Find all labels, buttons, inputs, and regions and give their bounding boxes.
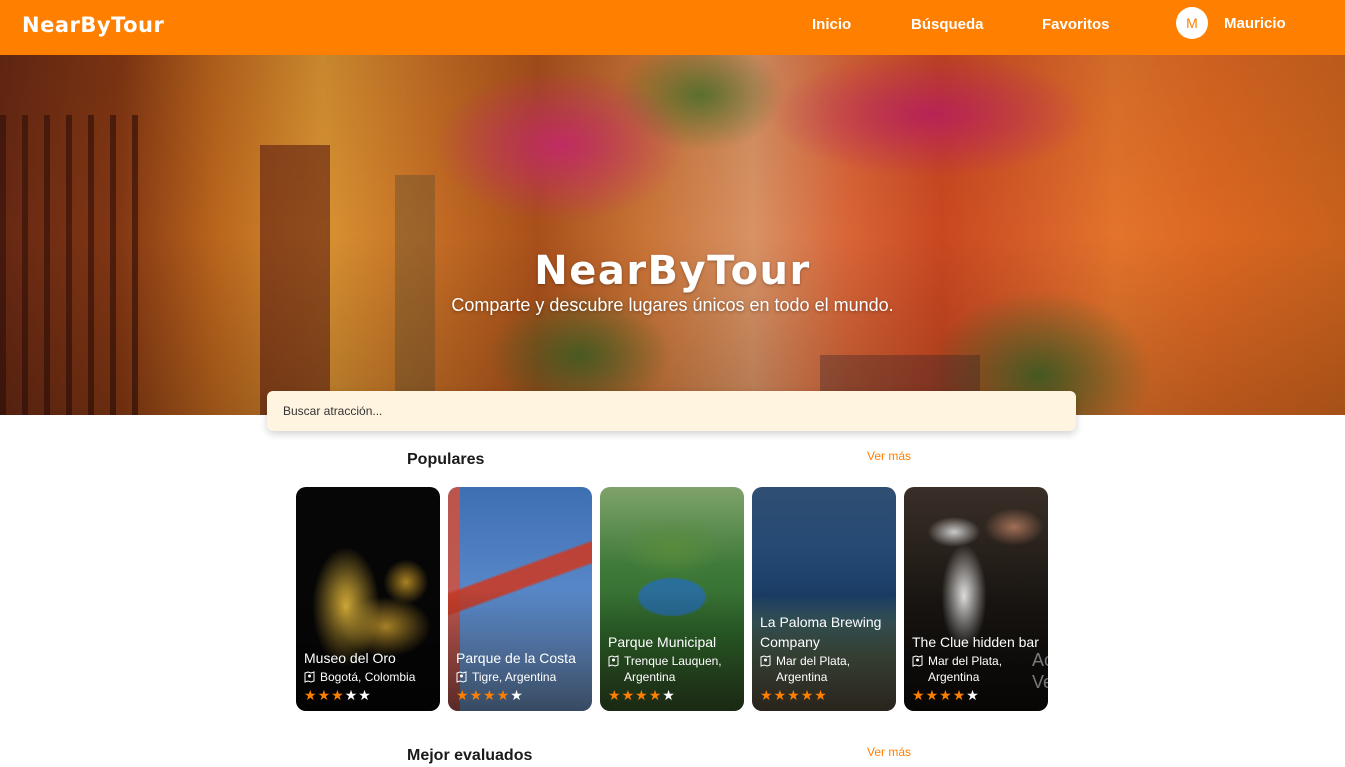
star-icon: ★ [800,687,815,703]
star-icon: ★ [317,687,332,703]
card-location: Mar del Plata, Argentina [912,653,1044,685]
logo[interactable]: NearByTour [22,13,164,37]
star-icon: ★ [939,687,953,703]
card-location: Tigre, Argentina [456,669,588,685]
card-location: Mar del Plata, Argentina [760,653,892,685]
card-location-text: Bogotá, Colombia [320,670,416,684]
section-title-mejor-evaluados: Mejor evaluados [407,747,533,764]
map-pin-icon [760,653,772,685]
star-icon: ★ [814,687,828,703]
star-icon: ★ [608,687,622,703]
section-title-populares: Populares [407,451,485,468]
card-info: Parque Municipal Trenque Lauquen, Argent… [608,632,740,703]
star-icon: ★ [773,687,788,703]
attraction-card[interactable]: Ac Ve The Clue hidden bar Mar del Plata,… [904,487,1048,711]
star-icon: ★ [469,687,484,703]
card-title: The Clue hidden bar [912,634,1039,650]
star-icon: ★ [952,687,967,703]
star-icon: ★ [635,687,649,703]
card-location: Bogotá, Colombia [304,669,436,685]
hero-overlay [0,55,1345,415]
hero-title: NearByTour [534,248,811,294]
star-icon: ★ [925,687,940,703]
star-icon: ★ [648,687,663,703]
user-name[interactable]: Mauricio [1224,15,1286,32]
card-title: Parque Municipal [608,634,717,650]
rating-stars: ★★★★★ [760,687,892,703]
star-icon: ★ [344,687,359,703]
attraction-card[interactable]: La Paloma Brewing Company Mar del Plata,… [752,487,896,711]
card-title: Museo del Oro [304,650,396,666]
card-title: Parque de la Costa [456,650,576,666]
card-location-text: Trenque Lauquen, Argentina [624,654,722,684]
top-navbar: NearByTour Inicio Búsqueda Favoritos M M… [0,0,1345,55]
hero-banner: NearByTour Comparte y descubre lugares ú… [0,55,1345,415]
ver-mas-mejor-evaluados-link[interactable]: Ver más [867,745,911,759]
attraction-card[interactable]: Parque de la Costa Tigre, Argentina ★★★★… [448,487,592,711]
star-icon: ★ [662,687,676,703]
map-pin-icon [608,653,620,685]
card-info: La Paloma Brewing Company Mar del Plata,… [760,612,892,703]
star-icon: ★ [966,687,980,703]
map-pin-icon [456,669,468,685]
star-icon: ★ [787,687,801,703]
star-icon: ★ [621,687,636,703]
star-icon: ★ [456,687,470,703]
star-icon: ★ [358,687,372,703]
rating-stars: ★★★★★ [304,687,436,703]
attraction-card[interactable]: Museo del Oro Bogotá, Colombia ★★★★★ [296,487,440,711]
star-icon: ★ [304,687,318,703]
attraction-card[interactable]: Parque Municipal Trenque Lauquen, Argent… [600,487,744,711]
search-input[interactable] [267,391,1076,431]
star-icon: ★ [510,687,524,703]
rating-stars: ★★★★★ [608,687,740,703]
ver-mas-populares-link[interactable]: Ver más [867,449,911,463]
rating-stars: ★★★★★ [456,687,588,703]
star-icon: ★ [912,687,926,703]
card-location-text: Mar del Plata, Argentina [928,654,1003,684]
nav-link-favoritos[interactable]: Favoritos [1042,16,1110,33]
card-info: Parque de la Costa Tigre, Argentina ★★★★… [456,648,588,703]
rating-stars: ★★★★★ [912,687,1044,703]
hero-subtitle: Comparte y descubre lugares únicos en to… [451,295,894,315]
card-info: The Clue hidden bar Mar del Plata, Argen… [912,632,1044,703]
star-icon: ★ [496,687,511,703]
map-pin-icon [912,653,924,685]
nav-link-busqueda[interactable]: Búsqueda [911,16,984,33]
star-icon: ★ [760,687,774,703]
card-location-text: Mar del Plata, Argentina [776,654,851,684]
nav-link-inicio[interactable]: Inicio [812,16,851,33]
card-info: Museo del Oro Bogotá, Colombia ★★★★★ [304,648,436,703]
card-location-text: Tigre, Argentina [472,670,557,684]
star-icon: ★ [331,687,345,703]
card-title: La Paloma Brewing Company [760,614,882,650]
star-icon: ★ [483,687,497,703]
card-location: Trenque Lauquen, Argentina [608,653,740,685]
map-pin-icon [304,669,316,685]
avatar[interactable]: M [1176,7,1208,39]
